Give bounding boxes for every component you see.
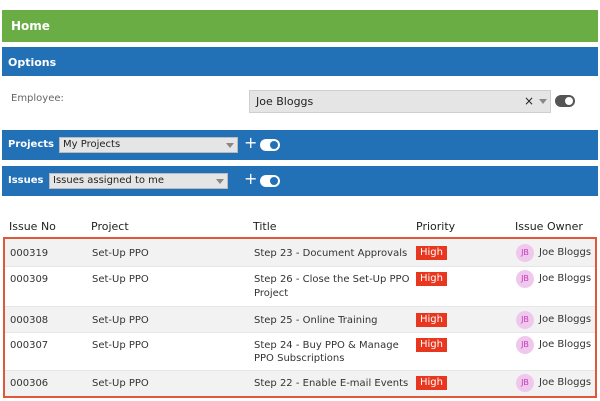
avatar: JB bbox=[516, 244, 534, 262]
title-cell: Step 23 - Document Approvals bbox=[254, 248, 408, 259]
chevron-down-icon[interactable] bbox=[226, 143, 234, 148]
issues-select[interactable]: Issues assigned to me bbox=[49, 173, 228, 189]
column-header-issue-no[interactable]: Issue No bbox=[9, 220, 56, 233]
owner-name: Joe Bloggs bbox=[539, 247, 592, 258]
issue-no-cell: 000306 bbox=[10, 378, 49, 389]
employee-label: Employee: bbox=[11, 93, 64, 104]
column-header-priority[interactable]: Priority bbox=[416, 220, 455, 233]
employee-select[interactable]: Joe Bloggs × bbox=[249, 90, 551, 113]
projects-toggle[interactable] bbox=[260, 139, 280, 151]
chevron-down-icon[interactable] bbox=[539, 99, 547, 104]
avatar: JB bbox=[516, 336, 534, 354]
chevron-down-icon[interactable] bbox=[216, 179, 224, 184]
column-header-issue-owner[interactable]: Issue Owner bbox=[515, 220, 583, 233]
title-cell-line-2: Project bbox=[254, 288, 289, 299]
close-icon[interactable]: × bbox=[524, 94, 534, 108]
table-row[interactable]: 000307 Set-Up PPO Step 24 - Buy PPO & Ma… bbox=[5, 333, 595, 371]
issues-toggle[interactable] bbox=[260, 175, 280, 187]
home-title: Home bbox=[11, 19, 50, 33]
owner-name: Joe Bloggs bbox=[539, 377, 592, 388]
title-cell: Step 24 - Buy PPO & Manage bbox=[254, 340, 399, 351]
title-cell-line-2: PPO Subscriptions bbox=[254, 353, 345, 364]
project-cell: Set-Up PPO bbox=[92, 340, 149, 351]
issues-select-value: Issues assigned to me bbox=[53, 175, 165, 186]
projects-bar: Projects My Projects + bbox=[2, 130, 598, 160]
plus-icon[interactable]: + bbox=[244, 135, 257, 151]
table-row[interactable]: 000308 Set-Up PPO Step 25 - Online Train… bbox=[5, 307, 595, 333]
project-cell: Set-Up PPO bbox=[92, 248, 149, 259]
table-row[interactable]: 000309 Set-Up PPO Step 26 - Close the Se… bbox=[5, 267, 595, 307]
issue-no-cell: 000309 bbox=[10, 274, 49, 285]
avatar: JB bbox=[516, 374, 534, 392]
employee-toggle[interactable] bbox=[555, 95, 575, 107]
projects-label: Projects bbox=[8, 139, 55, 150]
table-row[interactable]: 000319 Set-Up PPO Step 23 - Document App… bbox=[5, 239, 595, 267]
title-cell: Step 22 - Enable E-mail Events bbox=[254, 378, 409, 389]
issues-label: Issues bbox=[8, 175, 44, 186]
priority-badge: High bbox=[416, 376, 447, 390]
owner-name: Joe Bloggs bbox=[539, 314, 592, 325]
owner-name: Joe Bloggs bbox=[539, 273, 592, 284]
issues-table: 000319 Set-Up PPO Step 23 - Document App… bbox=[3, 237, 597, 398]
column-header-title[interactable]: Title bbox=[253, 220, 277, 233]
title-cell: Step 26 - Close the Set-Up PPO bbox=[254, 274, 410, 285]
issue-no-cell: 000307 bbox=[10, 340, 49, 351]
title-cell: Step 25 - Online Training bbox=[254, 315, 378, 326]
priority-badge: High bbox=[416, 246, 447, 260]
priority-badge: High bbox=[416, 313, 447, 327]
projects-select-value: My Projects bbox=[63, 139, 121, 150]
options-header[interactable]: Options bbox=[2, 47, 598, 76]
issue-no-cell: 000319 bbox=[10, 248, 49, 259]
project-cell: Set-Up PPO bbox=[92, 315, 149, 326]
project-cell: Set-Up PPO bbox=[92, 274, 149, 285]
column-header-project[interactable]: Project bbox=[91, 220, 129, 233]
priority-badge: High bbox=[416, 338, 447, 352]
owner-name: Joe Bloggs bbox=[539, 339, 592, 350]
toggle-knob bbox=[270, 177, 278, 185]
avatar: JB bbox=[516, 311, 534, 329]
projects-select[interactable]: My Projects bbox=[59, 137, 238, 153]
toggle-knob bbox=[565, 97, 573, 105]
home-header[interactable]: Home bbox=[2, 10, 598, 42]
employee-value: Joe Bloggs bbox=[256, 95, 314, 108]
options-title: Options bbox=[8, 56, 57, 69]
plus-icon[interactable]: + bbox=[244, 171, 257, 187]
project-cell: Set-Up PPO bbox=[92, 378, 149, 389]
toggle-knob bbox=[270, 141, 278, 149]
issue-no-cell: 000308 bbox=[10, 315, 49, 326]
priority-badge: High bbox=[416, 272, 447, 286]
issues-bar: Issues Issues assigned to me + bbox=[2, 166, 598, 196]
avatar: JB bbox=[516, 270, 534, 288]
table-row[interactable]: 000306 Set-Up PPO Step 22 - Enable E-mai… bbox=[5, 371, 595, 396]
